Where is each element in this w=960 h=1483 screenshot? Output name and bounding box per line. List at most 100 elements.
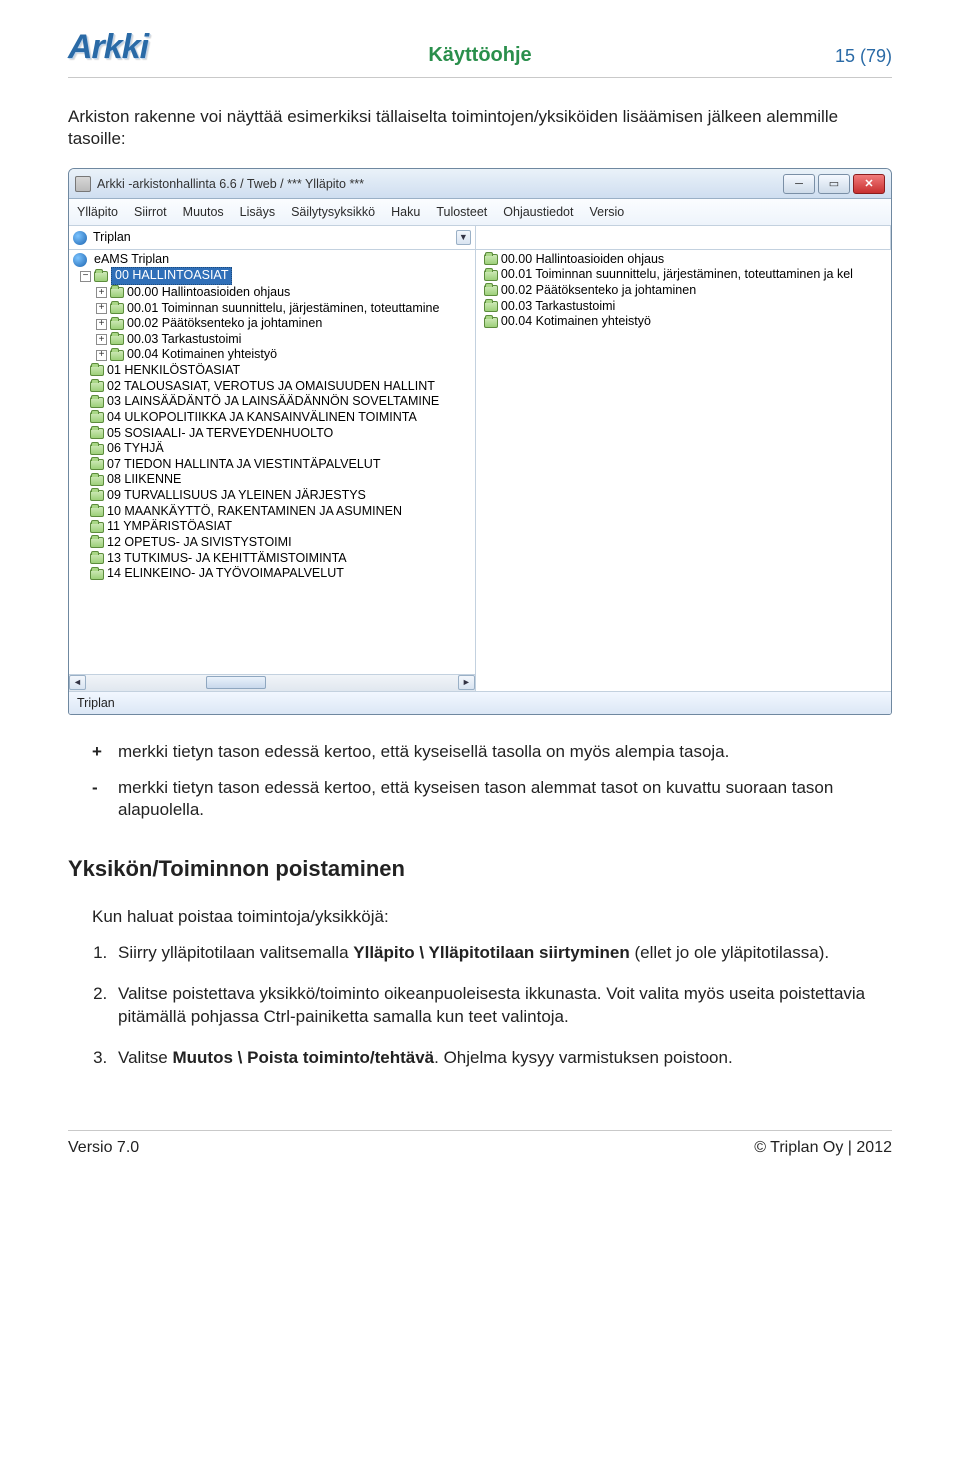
menu-tulosteet[interactable]: Tulosteet — [436, 204, 487, 220]
step2-text: Valitse poistettava yksikkö/toiminto oik… — [118, 984, 865, 1026]
globe-icon — [73, 231, 87, 245]
step3-bold: Muutos \ Poista toiminto/tehtävä — [173, 1048, 435, 1067]
tree-label: 00.01 Toiminnan suunnittelu, järjestämin… — [127, 301, 439, 317]
folder-icon — [90, 412, 104, 423]
tree-item[interactable]: +00.01 Toiminnan suunnittelu, järjestämi… — [73, 301, 475, 317]
list-item[interactable]: 00.04 Kotimainen yhteistyö — [480, 314, 891, 330]
list-item[interactable]: 00.03 Tarkastustoimi — [480, 299, 891, 315]
definition-plus: + merkki tietyn tason edessä kertoo, ett… — [92, 741, 892, 763]
folder-icon — [484, 317, 498, 328]
scroll-thumb[interactable] — [206, 676, 266, 689]
close-button[interactable]: ✕ — [853, 174, 885, 194]
expand-icon[interactable]: + — [96, 350, 107, 361]
tree-item-selected[interactable]: − 00 HALLINTOASIAT — [73, 267, 475, 285]
tree-pane: eAMS Triplan − 00 HALLINTOASIAT +00.00 H… — [69, 250, 476, 691]
expand-icon[interactable]: + — [96, 319, 107, 330]
titlebar: Arkki -arkistonhallinta 6.6 / Tweb / ***… — [69, 169, 891, 199]
tree-item[interactable]: 04 ULKOPOLITIIKKA JA KANSAINVÄLINEN TOIM… — [73, 410, 475, 426]
menu-versio[interactable]: Versio — [589, 204, 624, 220]
maximize-button[interactable]: ▭ — [818, 174, 850, 194]
folder-icon — [90, 475, 104, 486]
tree-item[interactable]: 09 TURVALLISUUS JA YLEINEN JÄRJESTYS — [73, 488, 475, 504]
list-pane: 00.00 Hallintoasioiden ohjaus 00.01 Toim… — [476, 250, 891, 691]
tree-item[interactable]: 02 TALOUSASIAT, VEROTUS JA OMAISUUDEN HA… — [73, 379, 475, 395]
step1-bold: Ylläpito \ Ylläpitotilaan siirtyminen — [353, 943, 629, 962]
section-intro: Kun haluat poistaa toimintoja/yksikköjä: — [92, 906, 892, 928]
tree-item[interactable]: 13 TUTKIMUS- JA KEHITTÄMISTOIMINTA — [73, 551, 475, 567]
plus-sign: + — [92, 741, 108, 763]
list-label: 00.04 Kotimainen yhteistyö — [501, 314, 651, 330]
tree-item[interactable]: 11 YMPÄRISTÖASIAT — [73, 519, 475, 535]
collapse-icon[interactable]: − — [80, 271, 91, 282]
expand-icon[interactable]: + — [96, 303, 107, 314]
list-label: 00.02 Päätöksenteko ja johtaminen — [501, 283, 696, 299]
tree-item[interactable]: 14 ELINKEINO- JA TYÖVOIMAPALVELUT — [73, 566, 475, 582]
folder-icon — [90, 553, 104, 564]
tree-item[interactable]: 06 TYHJÄ — [73, 441, 475, 457]
definition-minus-text: merkki tietyn tason edessä kertoo, että … — [118, 777, 892, 821]
minimize-button[interactable]: ─ — [783, 174, 815, 194]
tree-selected-label: 00 HALLINTOASIAT — [111, 267, 232, 285]
tree-item[interactable]: 08 LIIKENNE — [73, 472, 475, 488]
tree-item[interactable]: 05 SOSIAALI- JA TERVEYDENHUOLTO — [73, 426, 475, 442]
folder-icon — [90, 428, 104, 439]
tree-item[interactable]: 01 HENKILÖSTÖASIAT — [73, 363, 475, 379]
horizontal-scrollbar[interactable]: ◄ ► — [69, 674, 475, 691]
tree-item[interactable]: +00.03 Tarkastustoimi — [73, 332, 475, 348]
folder-icon — [90, 537, 104, 548]
scroll-right-icon[interactable]: ► — [458, 675, 475, 690]
list-item[interactable]: 00.00 Hallintoasioiden ohjaus — [480, 252, 891, 268]
folder-icon — [90, 444, 104, 455]
menu-lisays[interactable]: Lisäys — [240, 204, 275, 220]
organization-combo[interactable]: ▼ — [69, 226, 476, 248]
list-item[interactable]: 00.01 Toiminnan suunnittelu, järjestämin… — [480, 267, 891, 283]
right-search[interactable] — [476, 226, 891, 248]
tree-label: 02 TALOUSASIAT, VEROTUS JA OMAISUUDEN HA… — [107, 379, 435, 395]
folder-icon — [90, 506, 104, 517]
folder-icon — [110, 350, 124, 361]
list-label: 00.00 Hallintoasioiden ohjaus — [501, 252, 664, 268]
tree-item[interactable]: 07 TIEDON HALLINTA JA VIESTINTÄPALVELUT — [73, 457, 475, 473]
folder-icon — [484, 270, 498, 281]
tree-item[interactable]: +00.00 Hallintoasioiden ohjaus — [73, 285, 475, 301]
tree-root[interactable]: eAMS Triplan — [73, 252, 475, 268]
list-item[interactable]: 00.02 Päätöksenteko ja johtaminen — [480, 283, 891, 299]
window-title: Arkki -arkistonhallinta 6.6 / Tweb / ***… — [97, 176, 780, 192]
tree-label: 11 YMPÄRISTÖASIAT — [107, 519, 232, 535]
menu-haku[interactable]: Haku — [391, 204, 420, 220]
expand-icon[interactable]: + — [96, 287, 107, 298]
folder-icon — [94, 271, 108, 282]
menu-siirrot[interactable]: Siirrot — [134, 204, 167, 220]
app-icon — [75, 176, 91, 192]
tree-label: 14 ELINKEINO- JA TYÖVOIMAPALVELUT — [107, 566, 344, 582]
menu-ohjaustiedot[interactable]: Ohjaustiedot — [503, 204, 573, 220]
menu-yllapito[interactable]: Ylläpito — [77, 204, 118, 220]
step1-part-c: (ellet jo ole yläpitotilassa). — [630, 943, 829, 962]
right-search-input[interactable] — [480, 228, 886, 246]
footer-copyright: © Triplan Oy | 2012 — [754, 1139, 892, 1157]
menu-sailytysyksikko[interactable]: Säilytysyksikkö — [291, 204, 375, 220]
organization-input[interactable] — [91, 228, 456, 246]
tree-label: 10 MAANKÄYTTÖ, RAKENTAMINEN JA ASUMINEN — [107, 504, 402, 520]
tree-item[interactable]: +00.02 Päätöksenteko ja johtaminen — [73, 316, 475, 332]
tree-item[interactable]: +00.04 Kotimainen yhteistyö — [73, 347, 475, 363]
tree-label: 00.00 Hallintoasioiden ohjaus — [127, 285, 290, 301]
tree-label: 04 ULKOPOLITIIKKA JA KANSAINVÄLINEN TOIM… — [107, 410, 417, 426]
minus-sign: - — [92, 777, 108, 821]
tree-item[interactable]: 12 OPETUS- JA SIVISTYSTOIMI — [73, 535, 475, 551]
logo: Arkki — [68, 28, 148, 67]
folder-icon — [90, 381, 104, 392]
definition-minus: - merkki tietyn tason edessä kertoo, ett… — [92, 777, 892, 821]
chevron-down-icon[interactable]: ▼ — [456, 230, 471, 245]
scroll-left-icon[interactable]: ◄ — [69, 675, 86, 690]
menu-muutos[interactable]: Muutos — [183, 204, 224, 220]
expand-icon[interactable]: + — [96, 334, 107, 345]
folder-icon — [110, 334, 124, 345]
step-1: Siirry ylläpitotilaan valitsemalla Ylläp… — [112, 942, 892, 965]
tree-item[interactable]: 10 MAANKÄYTTÖ, RAKENTAMINEN JA ASUMINEN — [73, 504, 475, 520]
folder-icon — [110, 287, 124, 298]
folder-icon — [90, 569, 104, 580]
tree-label: 00.03 Tarkastustoimi — [127, 332, 241, 348]
tree-label: 05 SOSIAALI- JA TERVEYDENHUOLTO — [107, 426, 333, 442]
tree-item[interactable]: 03 LAINSÄÄDÄNTÖ JA LAINSÄÄDÄNNÖN SOVELTA… — [73, 394, 475, 410]
